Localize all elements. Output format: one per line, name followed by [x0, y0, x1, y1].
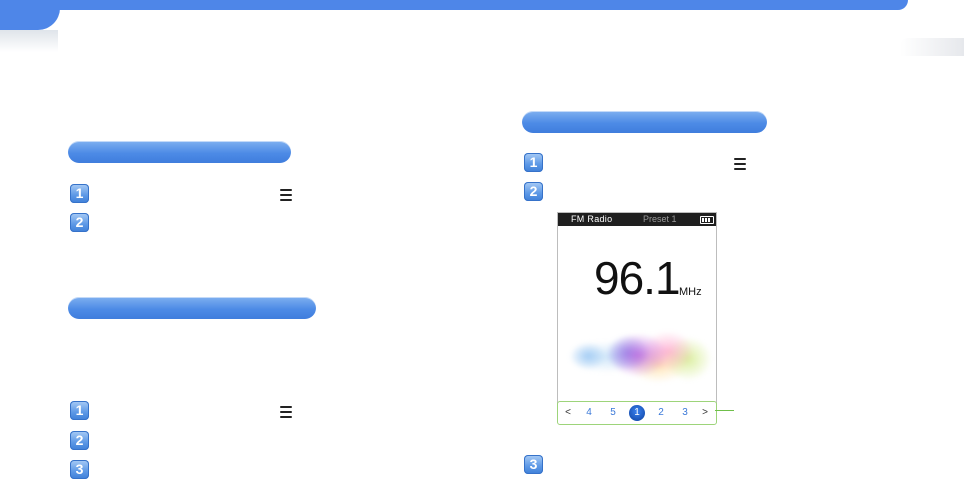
section-header-pill — [522, 111, 767, 133]
header-tab — [0, 0, 60, 30]
step-badge: 1 — [524, 153, 543, 172]
preset-item[interactable]: 3 — [678, 406, 692, 420]
prev-preset-arrow[interactable]: < — [561, 406, 575, 420]
callout-line — [715, 410, 734, 411]
status-preset: Preset 1 — [643, 214, 677, 224]
menu-icon — [280, 406, 292, 418]
fm-radio-screen: FM Radio Preset 1 96.1 MHz — [557, 212, 717, 412]
step-badge: 3 — [70, 460, 89, 479]
header-right-fade — [900, 38, 964, 56]
step-badge: 2 — [70, 213, 89, 232]
section-header-pill — [68, 141, 291, 163]
section-header-pill — [68, 297, 316, 319]
header-curve — [60, 10, 90, 32]
header-shadow — [0, 30, 58, 52]
frequency-readout: 96.1 — [594, 252, 681, 304]
status-bar: FM Radio Preset 1 — [558, 213, 716, 226]
step-badge: 1 — [70, 184, 89, 203]
preset-item-active[interactable]: 1 — [629, 405, 645, 421]
step-badge: 1 — [70, 401, 89, 420]
preset-item[interactable]: 5 — [606, 406, 620, 420]
battery-icon — [700, 216, 714, 224]
preset-nav-bar: < 4 5 1 2 3 > — [557, 401, 717, 425]
status-title: FM Radio — [571, 214, 613, 224]
visualizer-artwork — [558, 325, 716, 387]
menu-icon — [734, 158, 746, 170]
header-band — [0, 0, 908, 10]
menu-icon — [280, 189, 292, 201]
frequency-unit: MHz — [679, 286, 702, 298]
step-badge: 2 — [70, 431, 89, 450]
preset-item[interactable]: 2 — [654, 406, 668, 420]
step-badge: 2 — [524, 182, 543, 201]
next-preset-arrow[interactable]: > — [698, 406, 712, 420]
preset-item[interactable]: 4 — [582, 406, 596, 420]
step-badge: 3 — [524, 455, 543, 474]
